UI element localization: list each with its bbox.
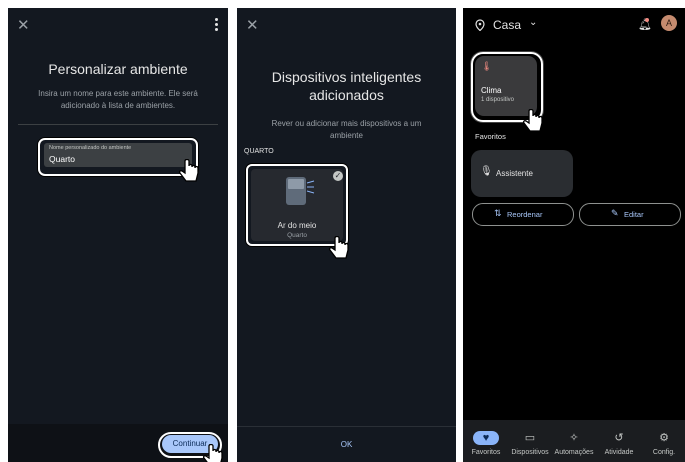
page-subtitle: Rever ou adicionar mais dispositivos a u… <box>271 119 422 140</box>
avatar[interactable]: A <box>661 15 677 31</box>
divider <box>237 426 456 427</box>
nav-activity[interactable]: ↺ Atividade <box>598 431 640 456</box>
page-title: Personalizar ambiente <box>48 61 188 77</box>
field-label: Nome personalizado do ambiente <box>49 145 132 151</box>
gear-icon: ⚙︎ <box>659 432 669 444</box>
nav-devices[interactable]: ▭ Dispositivos <box>509 431 551 456</box>
thermometer-icon: 🌡︎ <box>481 61 493 71</box>
nav-settings[interactable]: ⚙︎ Config. <box>643 431 685 456</box>
more-options-icon[interactable] <box>215 18 218 31</box>
chevron-down-icon[interactable]: ⌄ <box>529 17 537 28</box>
pointer-hand-icon <box>202 444 223 462</box>
nav-label: Favoritos <box>471 449 501 456</box>
device-name: Ar do meio <box>277 221 317 230</box>
pointer-hand-icon <box>178 159 199 182</box>
nav-label: Automações <box>554 449 594 456</box>
nav-label: Dispositivos <box>511 449 549 456</box>
sparkle-icon: ✧ <box>569 432 579 444</box>
checkmark-icon: ✓ <box>333 171 343 181</box>
pencil-icon: ✎ <box>611 208 619 218</box>
edit-label: Editar <box>624 209 644 219</box>
nav-label: Config. <box>652 449 676 456</box>
microphone-icon: 🎙︎ <box>480 166 493 177</box>
close-icon[interactable]: ✕ <box>246 18 259 33</box>
reorder-label: Reordenar <box>507 209 543 219</box>
reorder-icon: ⇅ <box>494 208 502 218</box>
ok-button[interactable]: OK <box>237 440 456 449</box>
divider <box>18 124 218 125</box>
nav-label: Atividade <box>604 449 634 456</box>
pointer-hand-icon <box>522 109 543 132</box>
location-pin-icon <box>475 19 485 31</box>
nav-automations[interactable]: ✧ Automações <box>553 431 595 456</box>
edit-button[interactable]: ✎ Editar <box>579 203 681 226</box>
home-favorites-screen: Casa ⌄ 🔔︎ A 🌡︎ Clima 1 dispositivo Favor… <box>463 8 685 462</box>
close-icon[interactable]: ✕ <box>17 18 30 33</box>
pointer-hand-icon <box>328 236 349 259</box>
assistant-label: Assistente <box>496 169 533 178</box>
clima-title: Clima <box>481 86 502 95</box>
air-conditioner-icon <box>286 177 315 205</box>
clima-card[interactable]: 🌡︎ Clima 1 dispositivo <box>475 56 537 116</box>
devices-icon: ▭ <box>524 432 536 444</box>
history-icon: ↺ <box>614 432 624 444</box>
notification-dot <box>645 18 649 22</box>
devices-added-screen: ✕ Dispositivos inteligentes adicionados … <box>237 8 456 462</box>
customize-room-screen: ✕ Personalizar ambiente Insira um nome p… <box>8 8 228 462</box>
assistant-card[interactable]: 🎙︎ Assistente <box>471 150 573 197</box>
clima-subtitle: 1 dispositivo <box>481 97 515 103</box>
bottom-navigation: ♥ Favoritos ▭ Dispositivos ✧ Automações … <box>463 420 685 462</box>
page-description: Insira um nome para este ambiente. Ele s… <box>38 89 198 110</box>
field-value: Quarto <box>49 154 75 164</box>
room-name-field[interactable]: Nome personalizado do ambiente Quarto <box>44 143 192 167</box>
nav-favorites[interactable]: ♥ Favoritos <box>465 431 507 456</box>
reorder-button[interactable]: ⇅ Reordenar <box>472 203 574 226</box>
section-header: QUARTO <box>244 148 274 155</box>
page-title: Dispositivos inteligentes adicionados <box>271 69 422 103</box>
device-card[interactable]: ✓ Ar do meio Quarto <box>251 169 343 241</box>
home-selector[interactable]: Casa <box>493 18 521 32</box>
heart-icon: ♥ <box>473 431 499 445</box>
favorites-header: Favoritos <box>475 132 506 141</box>
